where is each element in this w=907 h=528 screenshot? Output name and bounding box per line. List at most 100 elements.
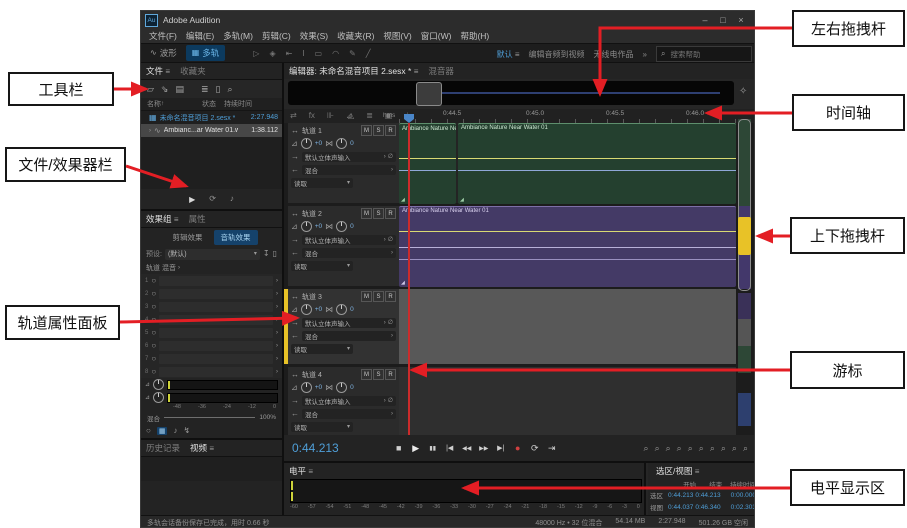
effect-slot[interactable]: 4○›: [141, 313, 282, 326]
track4-header[interactable]: ↔轨道 4 MSR ⊿+0 ⋈0 → 默认立体声输入›∅ ← 混合› 读取▾: [288, 367, 399, 435]
preview-loop-icon[interactable]: ⟳: [209, 195, 216, 203]
record-arm-button[interactable]: R: [385, 208, 396, 219]
edit-tool-icon[interactable]: ▭: [311, 49, 327, 58]
audio-clip[interactable]: Ambiance Nature Near Water 01 ◢: [458, 123, 736, 204]
fast-forward-button[interactable]: ▶▶: [476, 445, 492, 452]
preset-select[interactable]: (默认) ▾: [165, 249, 260, 260]
menu-item[interactable]: 窗口(W): [417, 30, 456, 42]
column-duration[interactable]: 持续时间: [224, 99, 252, 109]
workspace-radio[interactable]: 无线电作品: [594, 49, 634, 60]
zoom-icon[interactable]: ⌕: [688, 443, 693, 454]
filter-icon[interactable]: ≣: [201, 84, 209, 95]
tab-favorites[interactable]: 收藏夹: [180, 65, 206, 77]
workspace-edit-audio-video[interactable]: 编辑音频到视频: [529, 49, 585, 60]
file-row-session[interactable]: ▦ 未命名混音项目 2.sesx * 2:27.948: [141, 111, 282, 124]
zoom-icon[interactable]: ⌕: [721, 443, 726, 454]
audio-clip[interactable]: Ambiance Nature Near Water 01 ◢: [399, 206, 736, 287]
snap-tool-icon[interactable]: ≣: [362, 111, 377, 120]
menu-item[interactable]: 效果(S): [296, 30, 332, 42]
input-select[interactable]: 默认立体声输入›∅: [302, 396, 396, 406]
record-arm-button[interactable]: R: [385, 291, 396, 302]
edit-tool-icon[interactable]: ▷: [249, 49, 263, 58]
view-end[interactable]: 0:46.340: [693, 504, 720, 511]
delete-icon[interactable]: ▯: [216, 84, 221, 95]
mute-button[interactable]: M: [361, 208, 372, 219]
navigator-settings-icon[interactable]: ✧: [739, 87, 747, 97]
menu-item[interactable]: 多轨(M): [219, 30, 257, 42]
zoom-icon[interactable]: ⌕: [655, 443, 660, 454]
track2-header[interactable]: ↔轨道 2 MSR ⊿+0 ⋈0 → 默认立体声输入›∅ ← 混合› 读取▾: [288, 206, 399, 286]
record-arm-button[interactable]: R: [385, 125, 396, 136]
waveform-view-button[interactable]: ∿ 波形: [144, 45, 183, 61]
power-icon[interactable]: ○: [151, 342, 156, 350]
track-tool-icon[interactable]: ⊪: [323, 111, 338, 120]
track1-lane[interactable]: Ambiance Nature Ne... ∨ ◢ Ambiance Natur…: [399, 123, 736, 203]
volume-knob[interactable]: [301, 138, 312, 149]
rack-power-icon[interactable]: ○: [146, 427, 151, 435]
skip-selection-button[interactable]: ⇥: [544, 443, 560, 454]
volume-envelope[interactable]: [399, 231, 736, 232]
tab-effects-rack[interactable]: 效果组 ≡: [146, 213, 179, 225]
tab-editor[interactable]: 编辑器: 未命名混音项目 2.sesx * ≡: [289, 65, 418, 77]
fade-icon[interactable]: ◢: [460, 197, 464, 203]
selection-start[interactable]: 0:44.213: [666, 492, 693, 499]
clip-effects-button[interactable]: 剪辑效果: [166, 230, 210, 245]
input-select[interactable]: 默认立体声输入›∅: [302, 152, 396, 162]
tab-history[interactable]: 历史记录: [146, 442, 180, 454]
volume-knob[interactable]: [301, 382, 312, 393]
tab-files[interactable]: 文件 ≡: [146, 65, 170, 77]
power-icon[interactable]: ○: [151, 368, 156, 376]
volume-knob[interactable]: [301, 221, 312, 232]
edit-tool-icon[interactable]: ◠: [328, 49, 343, 58]
zoom-icon[interactable]: ⌕: [743, 443, 748, 454]
mix-slider[interactable]: [164, 417, 255, 418]
envelope-line[interactable]: [399, 259, 736, 260]
edit-tool-icon[interactable]: ✎: [345, 49, 360, 58]
pan-knob[interactable]: [336, 382, 347, 393]
record-button[interactable]: ●: [510, 443, 526, 453]
power-icon[interactable]: ○: [151, 303, 156, 311]
solo-button[interactable]: S: [373, 208, 384, 219]
new-file-icon[interactable]: ▤: [175, 84, 184, 95]
automation-mode-select[interactable]: 读取▾: [291, 422, 353, 432]
menu-item[interactable]: 文件(F): [145, 30, 181, 42]
menu-item[interactable]: 编辑(E): [182, 30, 218, 42]
selection-duration[interactable]: 0:00.000: [721, 492, 755, 499]
help-search-box[interactable]: ⌕: [656, 46, 752, 62]
playhead-time[interactable]: 0:44.213: [292, 441, 339, 455]
track-tool-icon[interactable]: ⇄: [286, 111, 301, 120]
rack-grid-icon[interactable]: ▦: [157, 427, 168, 435]
menu-item[interactable]: 剪辑(C): [258, 30, 295, 42]
view-duration[interactable]: 0:02.303: [721, 504, 755, 511]
zoom-icon[interactable]: ⌕: [644, 443, 649, 454]
tab-video[interactable]: 视频 ≡: [190, 442, 214, 454]
zoom-icon[interactable]: ⌕: [666, 443, 671, 454]
tab-selection-view[interactable]: 选区/视图 ≡: [656, 465, 699, 477]
file-row-wav[interactable]: › ∿ Ambianc...ar Water 01.wav 1:38.112: [141, 124, 282, 137]
loop-playback-button[interactable]: ⟳: [527, 443, 543, 454]
zoom-icon[interactable]: ⌕: [710, 443, 715, 454]
timeline-ruler[interactable]: 0:44.5 0:45.0 0:45.5 0:46.0: [399, 109, 736, 123]
tab-properties[interactable]: 属性: [189, 213, 206, 225]
edit-tool-icon[interactable]: I: [298, 49, 308, 58]
play-button[interactable]: ▶: [408, 443, 424, 454]
track-collapse-icon[interactable]: ↔: [291, 210, 299, 218]
save-preset-icon[interactable]: ↧: [263, 250, 270, 258]
menu-item[interactable]: 视图(V): [379, 30, 415, 42]
power-icon[interactable]: ○: [151, 316, 156, 324]
input-select[interactable]: 默认立体声输入›∅: [302, 235, 396, 245]
power-icon[interactable]: ○: [151, 355, 156, 363]
effect-slot[interactable]: 7○›: [141, 352, 282, 365]
track-collapse-icon[interactable]: ↔: [291, 371, 299, 379]
track-collapse-icon[interactable]: ↔: [291, 127, 299, 135]
track-collapse-icon[interactable]: ↔: [291, 293, 299, 301]
selection-end[interactable]: 0:44.213: [693, 492, 720, 499]
output-select[interactable]: 混合›: [302, 165, 396, 175]
snap-tool-icon[interactable]: ◬: [344, 111, 358, 120]
go-to-start-button[interactable]: |◀: [442, 444, 458, 452]
tab-levels[interactable]: 电平 ≡: [289, 465, 313, 477]
expand-chevron-icon[interactable]: ›: [149, 128, 151, 134]
pan-knob[interactable]: [336, 138, 347, 149]
menu-item[interactable]: 收藏夹(R): [333, 30, 378, 42]
track3-header[interactable]: ↔轨道 3 MSR ⊿+0 ⋈0 → 默认立体声输入›∅ ← 混合› 读取▾: [288, 289, 399, 364]
